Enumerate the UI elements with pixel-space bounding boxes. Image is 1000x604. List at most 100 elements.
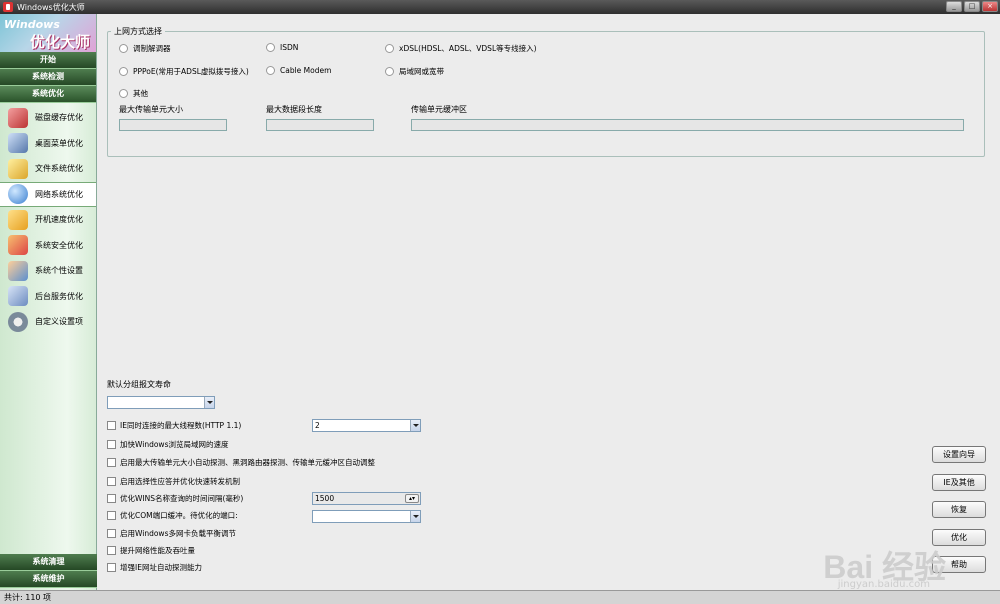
- radio-circle: [119, 89, 128, 98]
- sidebar-item-label: 开机速度优化: [35, 215, 83, 225]
- sidebar-item-label: 桌面菜单优化: [35, 138, 83, 148]
- checkbox-wins[interactable]: 优化WINS名称查询的时间间隔(毫秒): [107, 493, 243, 504]
- buffer-field[interactable]: [411, 119, 964, 131]
- radio-isdn[interactable]: ISDN: [266, 43, 298, 52]
- checkbox-box: [107, 421, 116, 430]
- sidebar-item-label: 自定义设置项: [35, 317, 83, 327]
- group-title: 上网方式选择: [111, 26, 165, 37]
- sidebar-item-label: 后台服务优化: [35, 291, 83, 301]
- wins-interval-value: 1500: [315, 494, 335, 503]
- app-logo: Windows 优化大师: [0, 14, 96, 52]
- sidebar-item-boot-speed[interactable]: 开机速度优化: [0, 207, 96, 233]
- checkbox-label: 启用Windows多网卡负载平衡调节: [120, 529, 236, 538]
- ie-threads-dropdown[interactable]: 2: [312, 419, 421, 432]
- ttl-dropdown[interactable]: [107, 396, 215, 409]
- radio-label: PPPoE(常用于ADSL虚拟拨号接入): [133, 67, 249, 76]
- nav-start[interactable]: 开始: [0, 52, 96, 69]
- radio-xdsl[interactable]: xDSL(HDSL、ADSL、VDSL等专线接入): [385, 43, 537, 54]
- checkbox-label: 优化WINS名称查询的时间间隔(毫秒): [120, 494, 244, 503]
- sidebar-item-security[interactable]: 系统安全优化: [0, 233, 96, 259]
- sidebar-item-list: 磁盘缓存优化 桌面菜单优化 文件系统优化 网络系统优化 开机速度优化 系统安全优…: [0, 103, 96, 335]
- radio-label: 局域网或宽带: [399, 67, 444, 76]
- disk-icon: [8, 107, 28, 128]
- mtu-field[interactable]: [119, 119, 227, 131]
- sidebar-item-custom[interactable]: 自定义设置项: [0, 309, 96, 335]
- checkbox-label: 优化COM端口缓冲。待优化的端口:: [120, 511, 238, 520]
- nav-system-optimize[interactable]: 系统优化: [0, 86, 96, 103]
- sidebar-item-file-system[interactable]: 文件系统优化: [0, 156, 96, 182]
- mss-field[interactable]: [266, 119, 374, 131]
- checkbox-multi-nic[interactable]: 启用Windows多网卡负载平衡调节: [107, 528, 236, 539]
- radio-label: ISDN: [280, 43, 299, 52]
- radio-pppoe[interactable]: PPPoE(常用于ADSL虚拟拨号接入): [119, 66, 249, 77]
- radio-label: 调制解调器: [133, 44, 171, 53]
- ttl-label: 默认分组报文寿命: [107, 380, 171, 389]
- checkbox-label: IE同时连接的最大线程数(HTTP 1.1): [120, 421, 242, 430]
- nav-system-maintain[interactable]: 系统维护: [0, 571, 97, 588]
- sidebar-item-services[interactable]: 后台服务优化: [0, 284, 96, 310]
- spin-arrows-icon[interactable]: ▴▾: [405, 494, 419, 503]
- users-icon: [8, 260, 28, 281]
- radio-circle: [266, 43, 275, 52]
- sidebar-item-personalize[interactable]: 系统个性设置: [0, 258, 96, 284]
- title-bar: Windows优化大师 _ □ ×: [0, 0, 1000, 14]
- mss-label: 最大数据段长度: [266, 105, 322, 114]
- checkbox-box: [107, 529, 116, 538]
- radio-other[interactable]: 其他: [119, 88, 148, 99]
- com-port-dropdown[interactable]: [312, 510, 421, 523]
- logo-text-main: 优化大师: [30, 33, 91, 51]
- close-button[interactable]: ×: [982, 1, 998, 12]
- status-count: 共计: 110 项: [4, 593, 52, 602]
- checkbox-box: [107, 458, 116, 467]
- sidebar-item-network[interactable]: 网络系统优化: [0, 181, 96, 207]
- ie-and-other-button[interactable]: IE及其他: [932, 474, 986, 491]
- chevron-down-icon[interactable]: [410, 420, 420, 431]
- sidebar-item-disk-cache[interactable]: 磁盘缓存优化: [0, 105, 96, 131]
- checkbox-sack[interactable]: 启用选择性应答并优化快速转发机制: [107, 476, 240, 487]
- radio-circle: [385, 44, 394, 53]
- radio-label: 其他: [133, 89, 148, 98]
- service-icon: [8, 286, 28, 307]
- nav-system-clean[interactable]: 系统清理: [0, 554, 97, 571]
- radio-cable-modem[interactable]: Cable Modem: [266, 66, 331, 75]
- sidebar-item-desktop-menu[interactable]: 桌面菜单优化: [0, 131, 96, 157]
- checkbox-box: [107, 511, 116, 520]
- radio-circle: [119, 44, 128, 53]
- checkbox-throughput[interactable]: 提升网络性能及吞吐量: [107, 545, 195, 556]
- checkbox-ie-autodetect[interactable]: 增强IE网址自动探测能力: [107, 562, 202, 573]
- nav-system-detect[interactable]: 系统检测: [0, 69, 96, 86]
- minimize-button[interactable]: _: [946, 1, 962, 12]
- logo-text-windows: Windows: [4, 18, 60, 31]
- checkbox-mtu-detect[interactable]: 启用最大传输单元大小自动探测、黑洞路由器探测、传输单元缓冲区自动调整: [107, 457, 375, 468]
- chevron-down-icon[interactable]: [204, 397, 214, 408]
- radio-modem[interactable]: 调制解调器: [119, 43, 171, 54]
- sidebar: Windows 优化大师 开始 系统检测 系统优化 磁盘缓存优化 桌面菜单优化 …: [0, 14, 97, 590]
- checkbox-ie-threads[interactable]: IE同时连接的最大线程数(HTTP 1.1): [107, 420, 241, 431]
- radio-lan[interactable]: 局域网或宽带: [385, 66, 444, 77]
- buffer-label: 传输单元缓冲区: [411, 105, 467, 114]
- speed-icon: [8, 209, 28, 230]
- restore-button[interactable]: 恢复: [932, 501, 986, 518]
- checkbox-label: 启用最大传输单元大小自动探测、黑洞路由器探测、传输单元缓冲区自动调整: [120, 458, 375, 467]
- folder-icon: [8, 158, 28, 179]
- radio-circle: [119, 67, 128, 76]
- globe-icon: [8, 184, 28, 205]
- radio-label: xDSL(HDSL、ADSL、VDSL等专线接入): [399, 44, 537, 53]
- checkbox-lan-browse[interactable]: 加快Windows浏览局域网的速度: [107, 439, 228, 450]
- maximize-button[interactable]: □: [964, 1, 980, 12]
- desktop-icon: [8, 133, 28, 154]
- status-bar: 共计: 110 项: [0, 590, 1000, 604]
- radio-circle: [385, 67, 394, 76]
- wins-interval-spinner[interactable]: 1500 ▴▾: [312, 492, 421, 505]
- radio-circle: [266, 66, 275, 75]
- sidebar-item-label: 系统安全优化: [35, 240, 83, 250]
- chevron-down-icon[interactable]: [410, 511, 420, 522]
- radio-label: Cable Modem: [280, 66, 332, 75]
- checkbox-label: 启用选择性应答并优化快速转发机制: [120, 477, 240, 486]
- setup-wizard-button[interactable]: 设置向导: [932, 446, 986, 463]
- security-icon: [8, 235, 28, 256]
- sidebar-item-label: 网络系统优化: [35, 189, 83, 199]
- sidebar-item-label: 系统个性设置: [35, 266, 83, 276]
- window-title: Windows优化大师: [17, 2, 85, 12]
- checkbox-com-buffer[interactable]: 优化COM端口缓冲。待优化的端口:: [107, 510, 238, 521]
